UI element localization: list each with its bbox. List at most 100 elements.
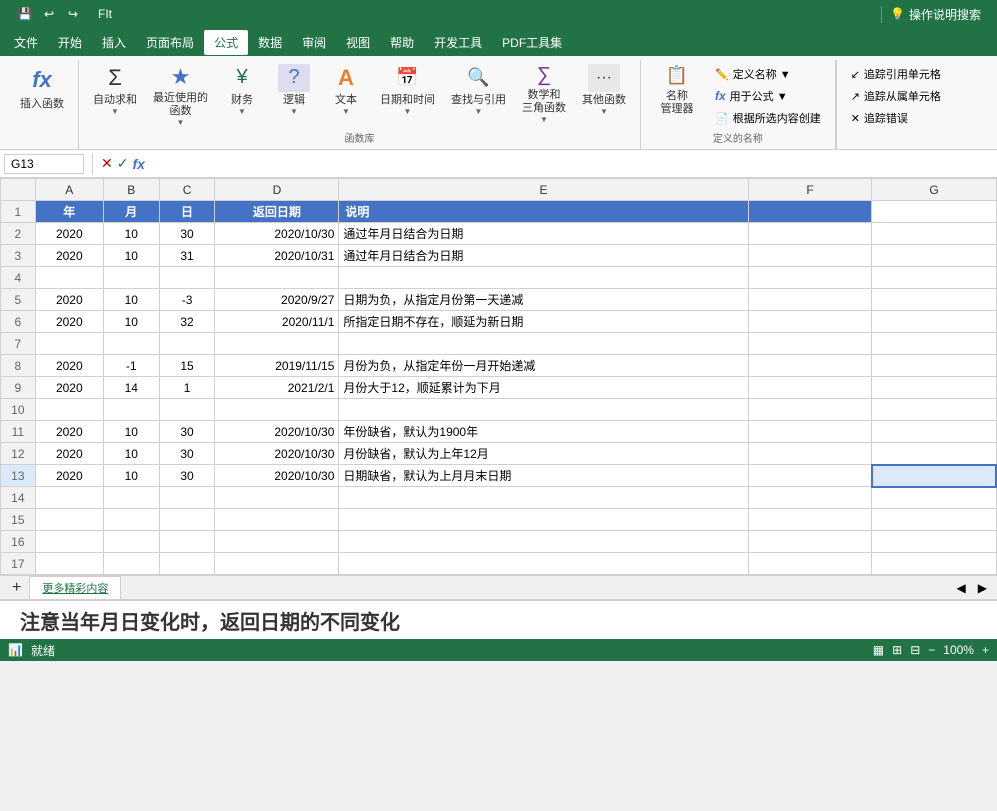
cell-d1[interactable]: 返回日期	[215, 201, 339, 223]
cell-a11[interactable]: 2020	[35, 421, 103, 443]
cell-c3[interactable]: 31	[159, 245, 215, 267]
cell-g8[interactable]	[872, 355, 996, 377]
cell-d9[interactable]: 2021/2/1	[215, 377, 339, 399]
cell-c1[interactable]: 日	[159, 201, 215, 223]
cell-d2[interactable]: 2020/10/30	[215, 223, 339, 245]
cell-e5[interactable]: 日期为负，从指定月份第一天递减	[339, 289, 748, 311]
cell-f14[interactable]	[748, 487, 872, 509]
cell-g6[interactable]	[872, 311, 996, 333]
cell-b4[interactable]	[103, 267, 159, 289]
finance-btn[interactable]: ¥ 财务 ▼	[218, 60, 266, 120]
cell-b6[interactable]: 10	[103, 311, 159, 333]
cell-d14[interactable]	[215, 487, 339, 509]
zoom-in-btn[interactable]: +	[982, 643, 989, 657]
cell-f10[interactable]	[748, 399, 872, 421]
cell-a2[interactable]: 2020	[35, 223, 103, 245]
cell-f6[interactable]	[748, 311, 872, 333]
menu-view[interactable]: 视图	[336, 30, 380, 55]
cell-c11[interactable]: 30	[159, 421, 215, 443]
cell-e4[interactable]	[339, 267, 748, 289]
cell-f1[interactable]	[748, 201, 872, 223]
zoom-out-btn[interactable]: −	[928, 643, 935, 657]
remove-arrows-btn[interactable]: ✕ 追踪错误	[845, 108, 947, 128]
cell-a15[interactable]	[35, 509, 103, 531]
cell-b7[interactable]	[103, 333, 159, 355]
cell-a7[interactable]	[35, 333, 103, 355]
cell-e6[interactable]: 所指定日期不存在，顺延为新日期	[339, 311, 748, 333]
cell-c13[interactable]: 30	[159, 465, 215, 487]
cell-d11[interactable]: 2020/10/30	[215, 421, 339, 443]
cell-f2[interactable]	[748, 223, 872, 245]
cell-e15[interactable]	[339, 509, 748, 531]
cell-a3[interactable]: 2020	[35, 245, 103, 267]
name-manager-btn[interactable]: 📋 名称管理器	[649, 60, 705, 120]
cell-c15[interactable]	[159, 509, 215, 531]
cell-e14[interactable]	[339, 487, 748, 509]
cell-b11[interactable]: 10	[103, 421, 159, 443]
cell-d8[interactable]: 2019/11/15	[215, 355, 339, 377]
col-header-b[interactable]: B	[103, 179, 159, 201]
cell-b3[interactable]: 10	[103, 245, 159, 267]
cell-f9[interactable]	[748, 377, 872, 399]
cell-f5[interactable]	[748, 289, 872, 311]
cell-e17[interactable]	[339, 553, 748, 575]
cell-e7[interactable]	[339, 333, 748, 355]
cell-d10[interactable]	[215, 399, 339, 421]
cell-b13[interactable]: 10	[103, 465, 159, 487]
help-search-area[interactable]: 💡 操作说明搜索	[881, 6, 989, 23]
create-from-selection-btn[interactable]: 📄 根据所选内容创建	[709, 108, 827, 128]
cell-d13[interactable]: 2020/10/30	[215, 465, 339, 487]
add-sheet-btn[interactable]: +	[4, 577, 29, 599]
view-normal-btn[interactable]: ▦	[873, 643, 884, 657]
cell-f13[interactable]	[748, 465, 872, 487]
cancel-formula-icon[interactable]: ✕	[101, 155, 113, 172]
confirm-formula-icon[interactable]: ✓	[117, 155, 129, 172]
undo-qa-btn[interactable]: ↩	[40, 5, 58, 23]
cell-f12[interactable]	[748, 443, 872, 465]
cell-g15[interactable]	[872, 509, 996, 531]
menu-insert[interactable]: 插入	[92, 30, 136, 55]
cell-b8[interactable]: -1	[103, 355, 159, 377]
cell-c4[interactable]	[159, 267, 215, 289]
cell-e3[interactable]: 通过年月日结合为日期	[339, 245, 748, 267]
cell-d15[interactable]	[215, 509, 339, 531]
trace-precedents-btn[interactable]: ↙ 追踪引用单元格	[845, 64, 947, 84]
cell-b12[interactable]: 10	[103, 443, 159, 465]
cell-g10[interactable]	[872, 399, 996, 421]
cell-b15[interactable]	[103, 509, 159, 531]
menu-help[interactable]: 帮助	[380, 30, 424, 55]
cell-a14[interactable]	[35, 487, 103, 509]
datetime-btn[interactable]: 📅 日期和时间 ▼	[374, 60, 441, 120]
cell-b9[interactable]: 14	[103, 377, 159, 399]
col-header-a[interactable]: A	[35, 179, 103, 201]
cell-e1[interactable]: 说明	[339, 201, 748, 223]
cell-b1[interactable]: 月	[103, 201, 159, 223]
cell-g2[interactable]	[872, 223, 996, 245]
cell-g1[interactable]	[872, 201, 996, 223]
cell-d16[interactable]	[215, 531, 339, 553]
col-header-c[interactable]: C	[159, 179, 215, 201]
other-functions-btn[interactable]: ··· 其他函数 ▼	[576, 60, 632, 120]
lookup-btn[interactable]: 🔍 查找与引用 ▼	[445, 60, 512, 120]
menu-pagelayout[interactable]: 页面布局	[136, 30, 204, 55]
cell-d17[interactable]	[215, 553, 339, 575]
math-trig-btn[interactable]: ∑ 数学和三角函数 ▼	[516, 60, 572, 120]
view-layout-btn[interactable]: ⊞	[892, 643, 902, 657]
cell-a6[interactable]: 2020	[35, 311, 103, 333]
cell-c14[interactable]	[159, 487, 215, 509]
logic-btn[interactable]: ? 逻辑 ▼	[270, 60, 318, 120]
cell-c8[interactable]: 15	[159, 355, 215, 377]
insert-function-formula-icon[interactable]: fx	[132, 156, 144, 172]
cell-g17[interactable]	[872, 553, 996, 575]
cell-g11[interactable]	[872, 421, 996, 443]
cell-g7[interactable]	[872, 333, 996, 355]
cell-f8[interactable]	[748, 355, 872, 377]
text-btn[interactable]: A 文本 ▼	[322, 60, 370, 120]
cell-f3[interactable]	[748, 245, 872, 267]
scroll-right-btn[interactable]: ▶	[972, 579, 993, 597]
cell-c16[interactable]	[159, 531, 215, 553]
save-qa-btn[interactable]: 💾	[16, 5, 34, 23]
sheet-tab-1[interactable]: 更多精彩内容	[29, 576, 121, 599]
cell-g12[interactable]	[872, 443, 996, 465]
cell-g3[interactable]	[872, 245, 996, 267]
